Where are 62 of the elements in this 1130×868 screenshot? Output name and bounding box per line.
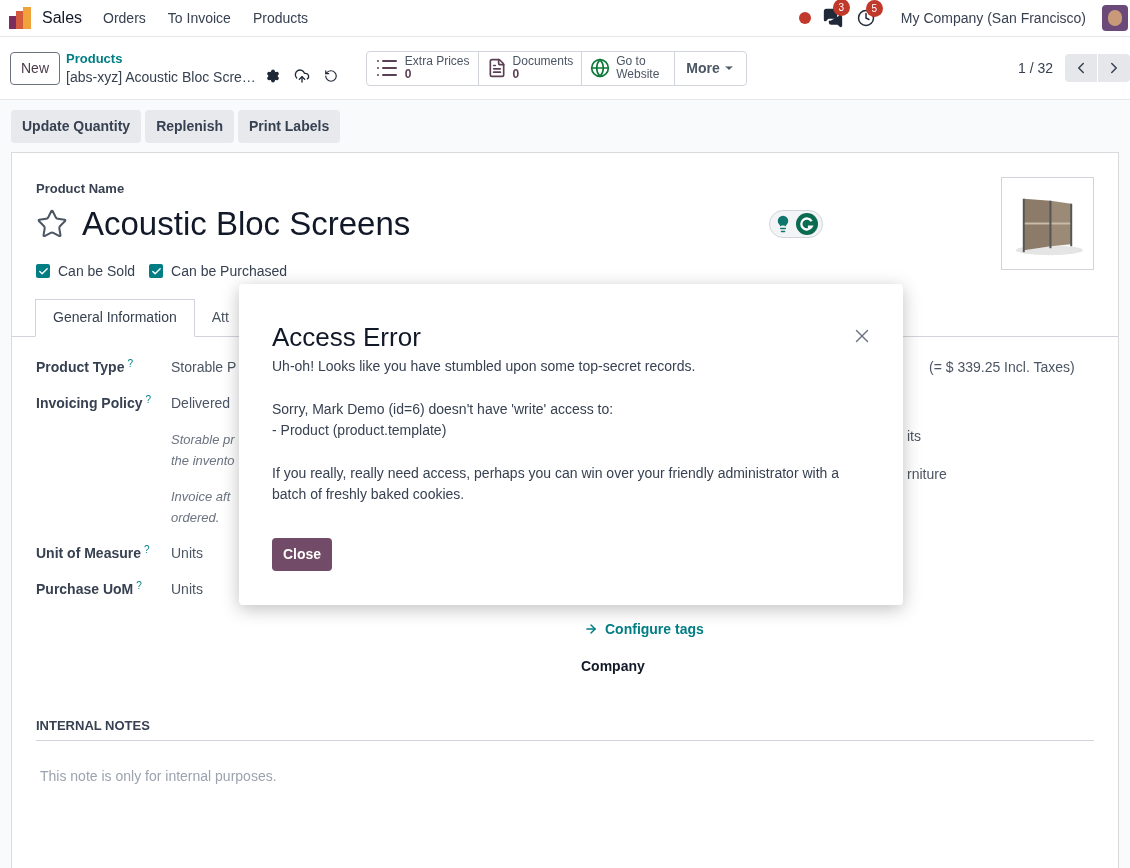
field-value: its — [907, 426, 922, 446]
checkbox[interactable] — [36, 264, 50, 278]
dialog-message: If you really, really need access, perhaps you can win over your friendly administrator with a batch of freshly baked cookies. — [272, 464, 840, 504]
dialog-message: Sorry, Mark Demo (id=6) doesn't have 'write' access to: - Product (product.template) — [272, 400, 615, 440]
help-tooltip[interactable]: ? — [136, 579, 142, 591]
app-name[interactable]: Sales — [42, 6, 83, 30]
action-button[interactable]: Update Quantity — [11, 110, 142, 143]
dialog-title: Access Error — [272, 322, 421, 352]
checkbox-label: Can be Sold — [58, 261, 136, 281]
more-dropdown[interactable]: More — [675, 51, 746, 85]
globe-icon — [590, 58, 611, 78]
company-switcher[interactable]: My Company (San Francisco) — [900, 7, 1086, 29]
notification-badge: 5 — [865, 0, 883, 17]
smart-button[interactable]: Go to Website — [582, 51, 676, 85]
tab[interactable]: General Information — [35, 298, 195, 337]
help-tooltip[interactable]: ? — [144, 543, 150, 555]
checkbox-label: Can be Purchased — [171, 261, 288, 281]
field-hint: Invoice aft ordered. — [171, 487, 232, 527]
close-button[interactable]: Close — [272, 538, 333, 571]
field-label: Unit of Measure — [36, 544, 141, 561]
next-button[interactable] — [1098, 54, 1130, 82]
price-note: (= $ 339.25 Incl. Taxes) — [929, 357, 1076, 377]
help-tooltip[interactable]: ? — [145, 393, 152, 405]
field-value: Storable P — [171, 357, 237, 377]
field-hint: Storable pr the invento — [171, 430, 235, 470]
field-label: Product Name — [36, 180, 126, 198]
smart-button[interactable]: Extra Prices 0 — [366, 51, 479, 85]
undo-icon[interactable] — [323, 69, 338, 83]
action-button[interactable]: Replenish — [145, 110, 235, 143]
field-label: Purchase UoM — [36, 580, 134, 597]
configure-tags-link[interactable]: Configure tags — [584, 618, 1118, 640]
field-label: Company — [581, 656, 646, 676]
breadcrumb-link[interactable]: Products — [66, 50, 256, 68]
star-icon[interactable] — [36, 207, 68, 240]
arrow-right-icon — [584, 622, 598, 636]
tab[interactable]: Att — [194, 298, 246, 337]
settings-icon[interactable] — [265, 69, 280, 83]
field-label: Invoicing Policy — [36, 394, 143, 411]
smart-button[interactable]: Documents 0 — [478, 51, 583, 85]
menu-item[interactable]: To Invoice — [167, 7, 231, 29]
field-label: Product Type — [36, 358, 125, 375]
pager-value: 1 / 32 — [1017, 58, 1053, 78]
field-value: Units — [171, 543, 203, 563]
section-heading: INTERNAL NOTES — [36, 717, 150, 733]
help-tooltip[interactable]: ? — [127, 357, 133, 369]
action-button[interactable]: Print Labels — [238, 110, 341, 143]
field-value: Delivered — [171, 393, 232, 413]
refresh-g-icon[interactable] — [796, 212, 818, 235]
checkbox[interactable] — [149, 264, 164, 278]
field-value: rniture — [907, 464, 948, 484]
new-button[interactable]: New — [10, 51, 60, 85]
record-title: [abs-xyz] Acoustic Bloc Scre… — [66, 68, 256, 86]
app-logo-icon — [8, 6, 32, 30]
menu-item[interactable]: Products — [252, 7, 309, 29]
menu-item[interactable]: Orders — [103, 7, 146, 29]
dialog-message: Uh-oh! Looks like you have stumbled upon some top-secret records. — [272, 357, 697, 376]
previous-button[interactable] — [1065, 54, 1097, 82]
notification-badge: 3 — [832, 0, 850, 16]
product-title: Acoustic Bloc Screens — [82, 203, 411, 244]
avatar[interactable] — [1102, 5, 1128, 31]
field-value: Units — [171, 579, 203, 599]
cloud-upload-icon[interactable] — [293, 68, 310, 84]
